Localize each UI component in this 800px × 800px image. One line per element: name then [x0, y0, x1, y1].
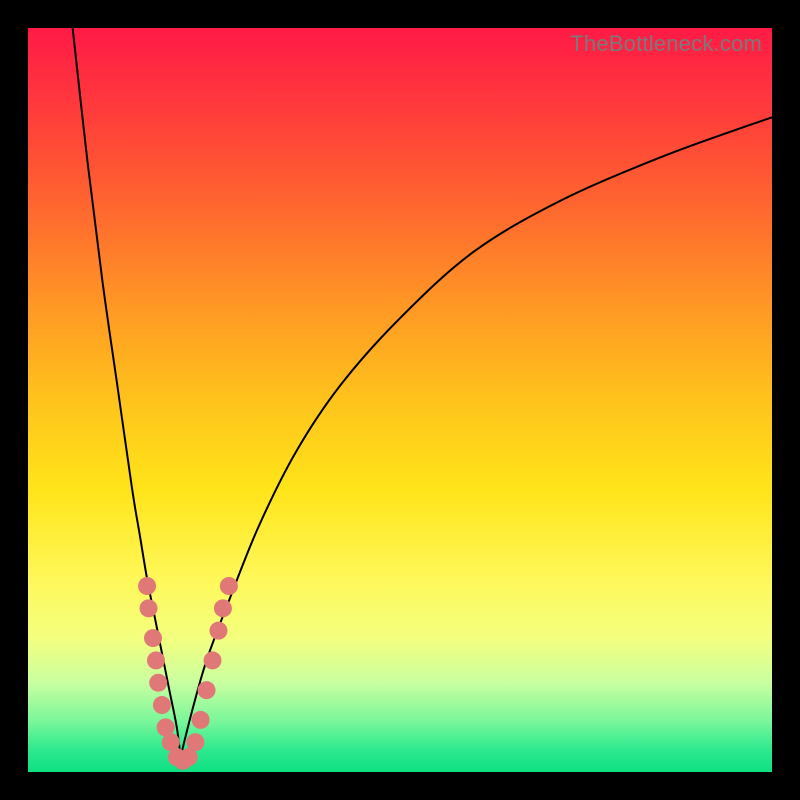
data-point	[140, 599, 158, 617]
data-point	[147, 651, 165, 669]
data-point	[153, 696, 171, 714]
data-point	[204, 651, 222, 669]
plot-area: TheBottleneck.com	[28, 28, 772, 772]
data-point	[149, 674, 167, 692]
data-point	[198, 681, 216, 699]
data-point	[186, 733, 204, 751]
curve-right-curve	[181, 117, 772, 757]
dots-group	[138, 577, 238, 770]
data-point	[138, 577, 156, 595]
data-point	[220, 577, 238, 595]
chart-frame: TheBottleneck.com	[0, 0, 800, 800]
data-point	[214, 599, 232, 617]
chart-svg	[28, 28, 772, 772]
curve-group	[73, 28, 772, 757]
data-point	[144, 629, 162, 647]
curve-left-curve	[73, 28, 181, 757]
data-point	[192, 711, 210, 729]
data-point	[209, 622, 227, 640]
